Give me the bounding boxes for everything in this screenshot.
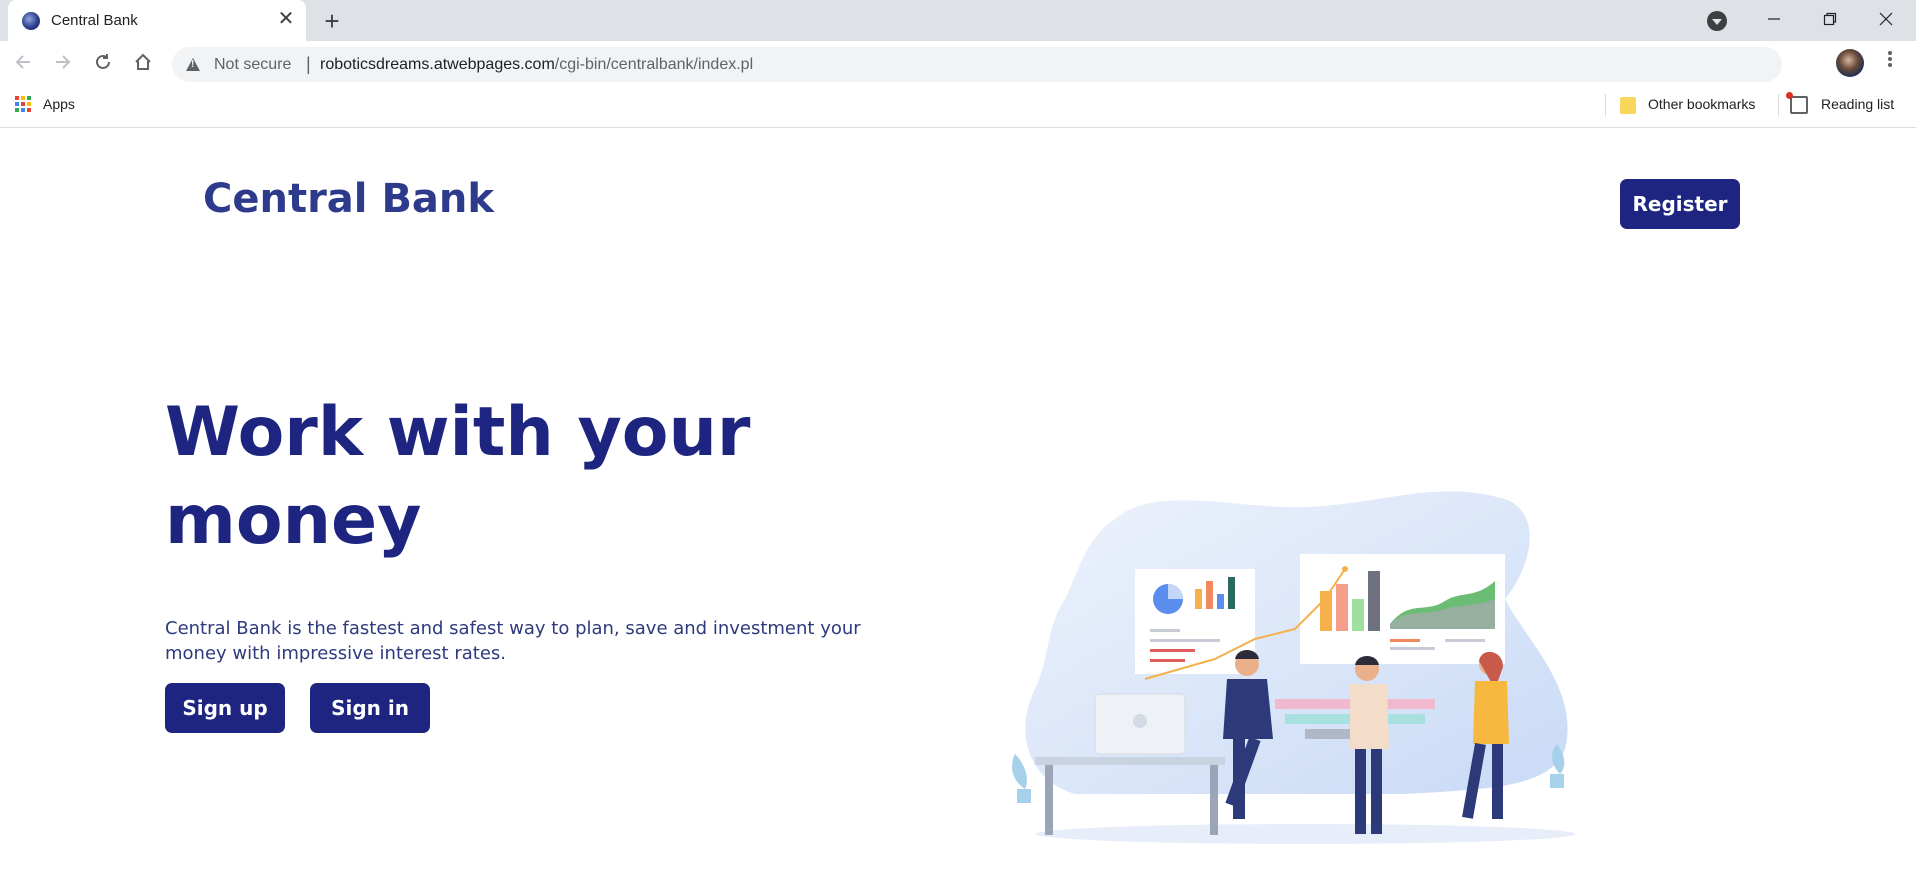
tab-strip: Central Bank ✕ +: [0, 0, 1916, 41]
browser-tab[interactable]: Central Bank ✕: [8, 0, 306, 41]
apps-link[interactable]: Apps: [43, 96, 75, 112]
url-text[interactable]: roboticsdreams.atwebpages.com/cgi-bin/ce…: [320, 56, 753, 74]
bookmarks-divider: [1778, 94, 1779, 116]
brand-logo-text[interactable]: Central Bank: [203, 176, 494, 222]
reading-list-link[interactable]: Reading list: [1821, 96, 1894, 112]
tab-close-icon[interactable]: ✕: [276, 9, 296, 29]
folder-icon[interactable]: [1620, 97, 1636, 114]
address-bar[interactable]: Not secure | roboticsdreams.atwebpages.c…: [172, 47, 1782, 82]
home-button[interactable]: [128, 50, 158, 80]
menu-button[interactable]: [1880, 49, 1900, 79]
forward-button[interactable]: [48, 50, 78, 80]
hero-description: Central Bank is the fastest and safest w…: [165, 618, 861, 664]
url-path: /cgi-bin/centralbank/index.pl: [554, 56, 754, 73]
tab-search-icon[interactable]: [1707, 11, 1727, 31]
browser-toolbar: Not secure | roboticsdreams.atwebpages.c…: [0, 41, 1916, 88]
apps-grid-icon[interactable]: [15, 96, 31, 112]
address-separator: |: [306, 54, 311, 74]
kebab-menu-icon: [1888, 51, 1892, 67]
restore-button[interactable]: [1807, 6, 1853, 34]
reload-icon: [96, 54, 110, 69]
register-button[interactable]: Register: [1620, 179, 1740, 229]
home-icon: [135, 53, 151, 70]
hero-title: Work with your money: [165, 389, 865, 565]
reading-list-icon[interactable]: [1786, 92, 1808, 114]
warning-icon: [186, 58, 200, 71]
tab-title: Central Bank: [51, 12, 138, 29]
hero-title-line: money: [165, 481, 422, 560]
bookmarks-divider: [1605, 94, 1606, 116]
minimize-button[interactable]: [1751, 6, 1797, 34]
back-arrow-icon: [15, 55, 30, 69]
hero-illustration: [1012, 491, 1575, 844]
new-tab-button[interactable]: +: [318, 8, 346, 36]
profile-avatar[interactable]: [1836, 49, 1864, 77]
close-window-button[interactable]: [1863, 6, 1909, 34]
favicon-icon: [22, 12, 40, 30]
hero-title-line: Work with your: [165, 393, 751, 472]
bookmarks-bar: Apps Other bookmarks Reading list: [0, 88, 1916, 128]
reload-button[interactable]: [88, 50, 118, 80]
url-host: roboticsdreams.atwebpages.com: [320, 56, 555, 73]
sign-up-button[interactable]: Sign up: [165, 683, 285, 733]
other-bookmarks-link[interactable]: Other bookmarks: [1648, 96, 1755, 112]
forward-arrow-icon: [56, 55, 71, 69]
back-button[interactable]: [8, 50, 38, 80]
page-content: Central Bank Register Work with your mon…: [0, 129, 1916, 844]
security-status[interactable]: Not secure: [214, 56, 291, 74]
sign-in-button[interactable]: Sign in: [310, 683, 430, 733]
